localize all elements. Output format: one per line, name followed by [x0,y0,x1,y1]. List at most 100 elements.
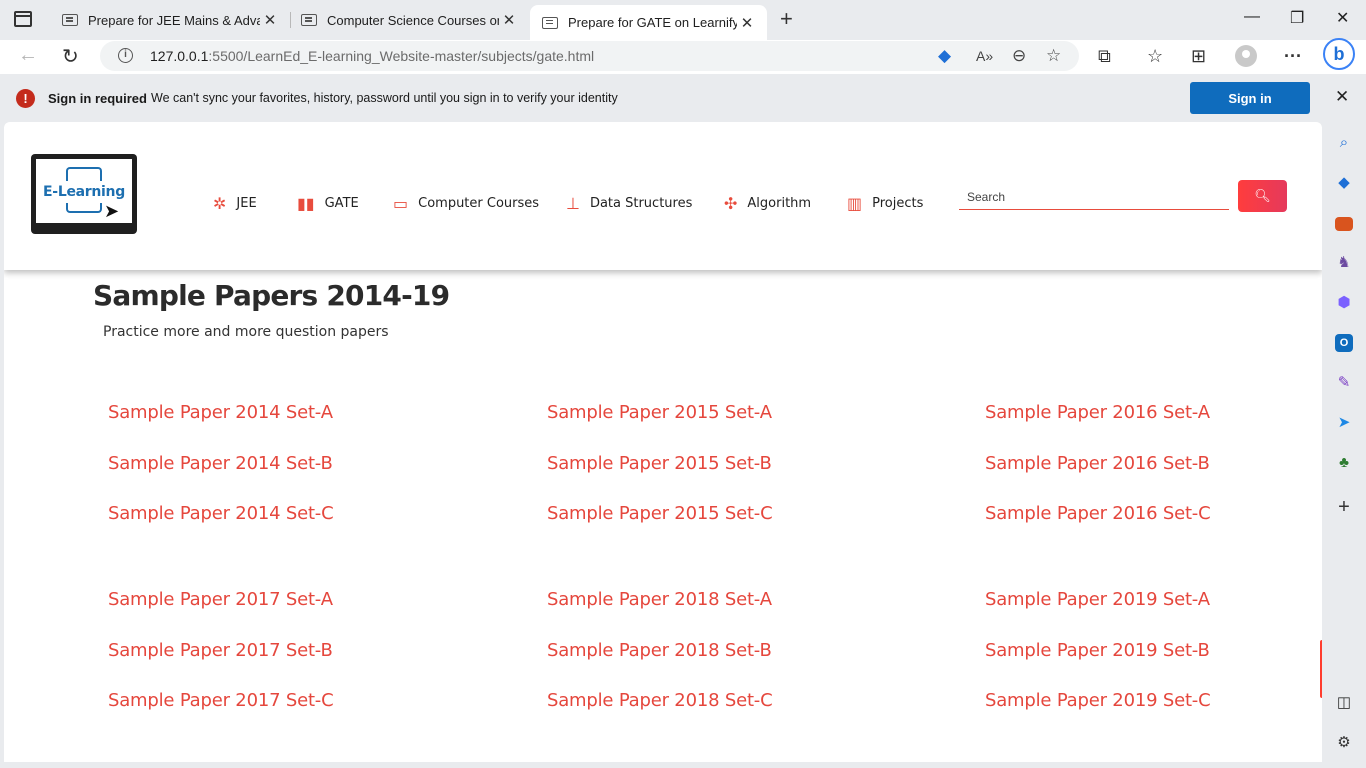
games-sidebar-icon[interactable]: ♞ [1335,254,1353,272]
sign-in-button[interactable]: Sign in [1190,82,1310,114]
sample-paper-link[interactable]: Sample Paper 2018 Set-A [547,589,772,610]
nav-item-gate[interactable]: ▮▮ GATE [297,194,359,213]
tab-gate-active[interactable]: Prepare for GATE on Learnify ✕ [530,5,767,40]
new-tab-button[interactable]: + [780,8,793,30]
profile-avatar-icon[interactable] [1235,45,1257,67]
search-icon: 🔍︎ [1254,188,1271,203]
sample-paper-link[interactable]: Sample Paper 2019 Set-A [985,589,1210,610]
sample-paper-link[interactable]: Sample Paper 2016 Set-B [985,453,1210,474]
tab-close-icon[interactable]: ✕ [737,14,757,32]
tab-actions-menu-icon[interactable] [14,11,32,27]
infobar-close-icon[interactable]: ✕ [1335,87,1349,107]
cogs-icon: ✣ [724,194,738,213]
sample-paper-link[interactable]: Sample Paper 2017 Set-C [108,690,334,711]
send-sidebar-icon[interactable]: ➤ [1335,414,1353,432]
nav-item-computer-courses[interactable]: ▭ Computer Courses [393,194,539,213]
logo-text: E-Learning [43,184,125,200]
sample-paper-link[interactable]: Sample Paper 2014 Set-A [108,402,333,423]
page-scrollbar-thumb[interactable] [1320,640,1322,698]
search-button[interactable]: 🔍︎ [1238,180,1287,212]
shopping-sidebar-icon[interactable]: ◆ [1335,174,1353,192]
address-bar[interactable]: i 127.0.0.1:5500/LearnEd_E-learning_Webs… [100,41,1079,71]
nav-label: Algorithm [747,196,812,211]
sample-paper-link[interactable]: Sample Paper 2018 Set-B [547,640,772,661]
sample-paper-link[interactable]: Sample Paper 2018 Set-C [547,690,773,711]
search-sidebar-icon[interactable]: ⌕ [1335,134,1353,152]
infobar-title: Sign in required [48,91,147,106]
hide-sidebar-icon[interactable]: ◫ [1335,694,1353,712]
logo-screen: E-Learning ➤ [36,159,132,223]
tab-close-icon[interactable]: ✕ [499,11,519,29]
nav-item-jee[interactable]: ✲ JEE [213,194,257,213]
error-icon: ! [16,89,35,108]
refresh-icon[interactable]: ↻ [62,44,79,69]
add-favorite-icon[interactable]: ☆ [1046,46,1061,66]
designer-sidebar-icon[interactable]: ✎ [1335,374,1353,392]
tree-sidebar-icon[interactable]: ♣ [1335,454,1353,472]
zoom-out-icon[interactable]: ⊖ [1012,46,1026,66]
tab-label: Prepare for JEE Mains & Advance [88,12,260,28]
sample-paper-link[interactable]: Sample Paper 2017 Set-B [108,640,333,661]
microsoft365-sidebar-icon[interactable]: ⬢ [1335,294,1353,312]
tab-favicon-icon [301,14,317,26]
tab-computer-science[interactable]: Computer Science Courses on Le ✕ [289,5,529,35]
site-logo[interactable]: E-Learning ➤ [31,154,137,234]
search-input[interactable] [959,184,1229,210]
nav-label: GATE [324,196,359,211]
sample-paper-link[interactable]: Sample Paper 2014 Set-B [108,453,333,474]
tab-jee[interactable]: Prepare for JEE Mains & Advance ✕ [50,5,290,35]
sample-paper-link[interactable]: Sample Paper 2015 Set-A [547,402,772,423]
site-info-icon[interactable]: i [118,48,133,63]
back-arrow-icon[interactable]: ← [18,44,38,67]
collections-icon[interactable]: ⊞ [1191,46,1206,67]
url-host: 127.0.0.1 [150,48,209,64]
edge-sidebar: ⌕ ◆ ♞ ⬢ O ✎ ➤ ♣ + ◫ ⚙ [1322,122,1366,768]
nav-label: Data Structures [589,196,693,211]
nav-label: JEE [236,196,257,211]
extensions-icon[interactable]: ⧉ [1098,46,1111,67]
close-window-button[interactable]: ✕ [1336,8,1349,28]
read-aloud-icon[interactable]: A» [976,48,993,64]
minimize-button[interactable]: — [1244,8,1260,26]
sample-paper-link[interactable]: Sample Paper 2017 Set-A [108,589,333,610]
nav-item-projects[interactable]: ▥ Projects [847,194,923,213]
tools-sidebar-icon[interactable] [1335,217,1353,231]
url-text[interactable]: 127.0.0.1:5500/LearnEd_E-learning_Websit… [150,48,594,64]
site-header: E-Learning ➤ ✲ JEE ▮▮ GATE ▭ Computer Co… [4,122,1322,270]
page-viewport: E-Learning ➤ ✲ JEE ▮▮ GATE ▭ Computer Co… [4,122,1322,762]
add-sidebar-icon[interactable]: + [1335,497,1353,517]
tab-label: Prepare for GATE on Learnify [568,15,737,30]
shopping-tag-icon[interactable]: ◆ [938,46,951,66]
atom-icon: ✲ [213,194,227,213]
nav-item-algorithm[interactable]: ✣ Algorithm [724,194,811,213]
sample-paper-link[interactable]: Sample Paper 2019 Set-B [985,640,1210,661]
outlook-sidebar-icon[interactable]: O [1335,334,1353,352]
logo-stand [61,228,107,234]
nav-label: Computer Courses [418,196,540,211]
more-menu-icon[interactable]: ··· [1284,46,1302,67]
logo-book-bottom-icon [66,203,102,213]
bing-copilot-icon[interactable]: b [1323,38,1355,70]
page-subtitle: Practice more and more question papers [103,324,389,340]
sample-paper-link[interactable]: Sample Paper 2014 Set-C [108,503,334,524]
sample-paper-link[interactable]: Sample Paper 2015 Set-B [547,453,772,474]
sync-infobar: ! Sign in required We can't sync your fa… [0,74,1366,122]
sample-paper-link[interactable]: Sample Paper 2016 Set-C [985,503,1211,524]
tab-label: Computer Science Courses on Le [327,12,499,28]
logo-cursor-icon: ➤ [104,201,120,221]
tab-close-icon[interactable]: ✕ [260,11,280,29]
tab-favicon-icon [542,16,558,29]
sample-paper-link[interactable]: Sample Paper 2015 Set-C [547,503,773,524]
maximize-button[interactable]: ❐ [1290,8,1304,28]
nav-item-data-structures[interactable]: ⊥ Data Structures [566,194,692,213]
infobar-message: We can't sync your favorites, history, p… [151,91,618,105]
laptop-icon: ▭ [393,194,409,213]
sample-paper-link[interactable]: Sample Paper 2019 Set-C [985,690,1211,711]
logo-book-icon [66,167,102,181]
settings-gear-icon[interactable]: ⚙ [1335,734,1353,752]
sample-paper-link[interactable]: Sample Paper 2016 Set-A [985,402,1210,423]
url-path: :5500/LearnEd_E-learning_Website-master/… [208,48,595,64]
page-title: Sample Papers 2014-19 [93,279,450,312]
favorites-icon[interactable]: ☆ [1147,46,1163,67]
sitemap-icon: ⊥ [566,194,580,213]
